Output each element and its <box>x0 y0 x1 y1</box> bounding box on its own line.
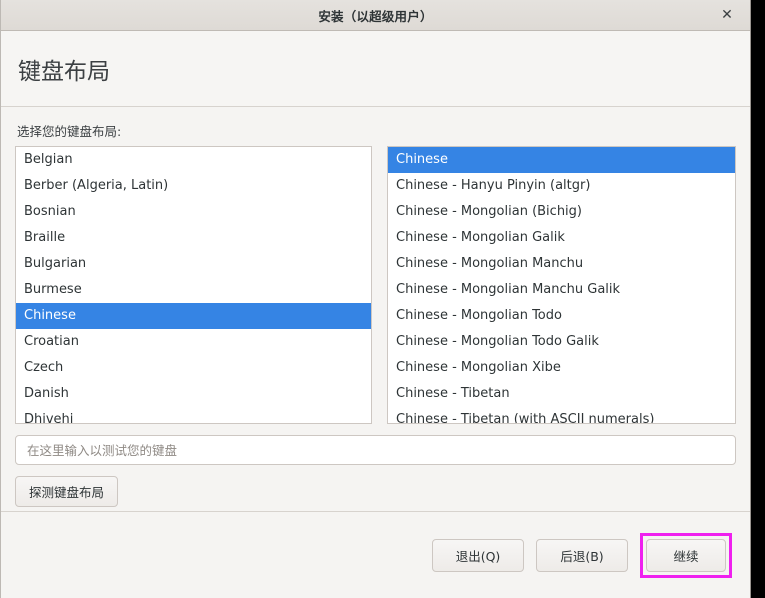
list-item[interactable]: Chinese - Mongolian Galik <box>388 225 735 251</box>
install-dialog-window: 安装（以超级用户） ✕ 键盘布局 选择您的键盘布局: Belgian Berber… <box>0 0 751 598</box>
main-content: 选择您的键盘布局: Belgian Berber (Algeria, Latin)… <box>1 107 750 511</box>
back-button[interactable]: 后退(B) <box>536 538 628 572</box>
quit-button[interactable]: 退出(Q) <box>432 538 524 572</box>
list-item[interactable]: Chinese - Mongolian Xibe <box>388 355 735 381</box>
page-header: 键盘布局 <box>1 31 750 107</box>
list-item[interactable]: Czech <box>16 355 371 381</box>
keyboard-variant-list[interactable]: Chinese Chinese - Hanyu Pinyin (altgr) Chi… <box>387 146 736 424</box>
continue-button[interactable]: 继续 <box>646 538 726 572</box>
list-item[interactable]: Croatian <box>16 329 371 355</box>
keyboard-test-field[interactable] <box>15 435 736 465</box>
window-title: 安装（以超级用户） <box>318 8 433 24</box>
list-item[interactable]: Belgian <box>16 147 371 173</box>
title-bar: 安装（以超级用户） ✕ <box>1 0 750 31</box>
detect-row: 探测键盘布局 <box>15 476 736 507</box>
list-item[interactable]: Chinese - Mongolian Todo <box>388 303 735 329</box>
page-title: 键盘布局 <box>18 58 110 85</box>
close-glyph: ✕ <box>721 7 733 23</box>
list-item[interactable]: Chinese - Tibetan <box>388 381 735 407</box>
keyboard-selection-lists: Belgian Berber (Algeria, Latin) Bosnian Bra… <box>15 146 736 424</box>
list-item[interactable]: Berber (Algeria, Latin) <box>16 173 371 199</box>
close-icon[interactable]: ✕ <box>714 0 740 30</box>
list-item[interactable]: Chinese - Mongolian (Bichig) <box>388 199 735 225</box>
list-item[interactable]: Chinese - Mongolian Todo Galik <box>388 329 735 355</box>
list-item[interactable]: Danish <box>16 381 371 407</box>
list-item[interactable]: Chinese - Tibetan (with ASCII numerals) <box>388 407 735 423</box>
detect-keyboard-layout-button[interactable]: 探测键盘布局 <box>15 476 119 507</box>
list-item[interactable]: Burmese <box>16 277 371 303</box>
list-item[interactable]: Bulgarian <box>16 251 371 277</box>
list-item[interactable]: Chinese - Mongolian Manchu <box>388 251 735 277</box>
list-item[interactable]: Chinese - Hanyu Pinyin (altgr) <box>388 173 735 199</box>
list-item[interactable]: Chinese - Mongolian Manchu Galik <box>388 277 735 303</box>
list-item[interactable]: Braille <box>16 225 371 251</box>
list-item[interactable]: Chinese <box>388 147 735 173</box>
search-input[interactable] <box>25 441 726 459</box>
prompt-label: 选择您的键盘布局: <box>17 124 122 139</box>
keyboard-layout-list[interactable]: Belgian Berber (Algeria, Latin) Bosnian Bra… <box>15 146 372 424</box>
list-item[interactable]: Dhivehi <box>16 407 371 423</box>
list-item[interactable]: Bosnian <box>16 199 371 225</box>
keyboard-layout-list-inner: Belgian Berber (Algeria, Latin) Bosnian Bra… <box>16 147 371 423</box>
keyboard-variant-list-inner: Chinese Chinese - Hanyu Pinyin (altgr) Chi… <box>388 147 735 423</box>
continue-button-highlight: 继续 <box>640 532 732 578</box>
list-item[interactable]: Chinese <box>16 303 371 329</box>
dialog-footer: 退出(Q) 后退(B) 继续 <box>1 511 750 598</box>
